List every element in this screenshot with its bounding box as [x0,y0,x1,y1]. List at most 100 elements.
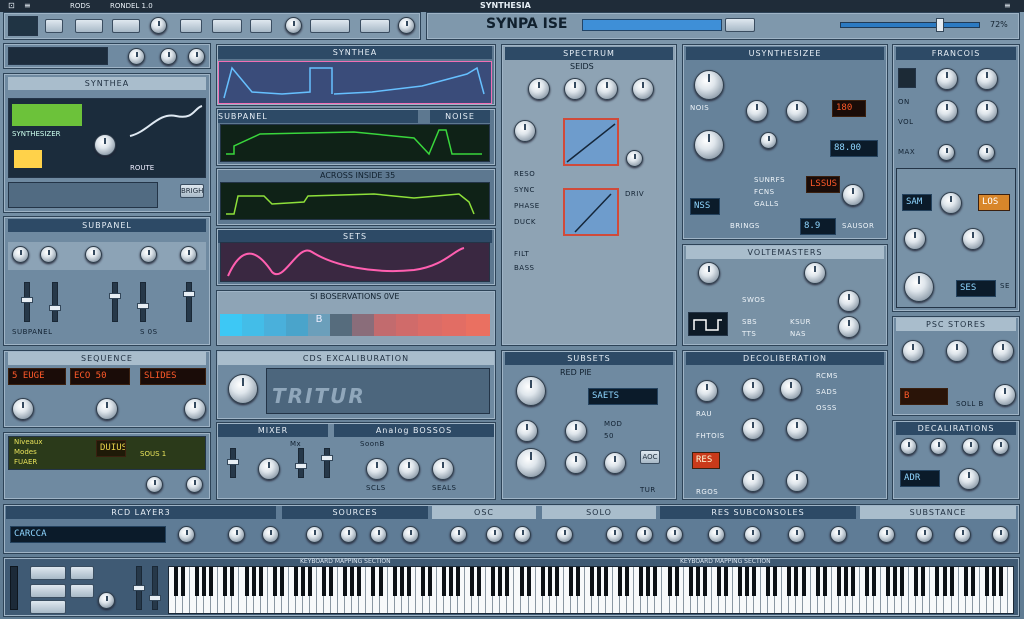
vol-knob-1[interactable] [698,262,720,284]
swing-knob[interactable] [285,17,302,34]
black-key[interactable] [787,567,792,596]
black-key[interactable] [716,567,721,596]
black-key[interactable] [984,567,989,596]
black-key[interactable] [745,567,750,596]
bottom-knob-13[interactable] [666,526,683,543]
kb-btn-3[interactable] [30,600,66,614]
bottom-knob-11[interactable] [606,526,623,543]
menu-item-2[interactable]: RODS [70,2,90,10]
decal-knob-2[interactable] [742,378,764,400]
black-key[interactable] [998,567,1003,596]
black-key[interactable] [752,567,757,596]
black-key[interactable] [251,567,256,596]
bottom-knob-10[interactable] [556,526,573,543]
osc-knob[interactable] [94,134,116,156]
bottom-knob-12[interactable] [636,526,653,543]
center-bottom-knob-5[interactable] [565,452,587,474]
mixer-knob-1[interactable] [258,458,280,480]
transport-btn-2[interactable] [75,19,103,33]
mixer-knob-3[interactable] [398,458,420,480]
black-key[interactable] [688,567,693,596]
black-key[interactable] [991,567,996,596]
black-key[interactable] [914,567,919,596]
black-key[interactable] [300,567,305,596]
spectrum-cell-9[interactable] [418,314,442,336]
far-right-low-knob-5[interactable] [958,468,980,490]
black-key[interactable] [702,567,707,596]
bottom-knob-0[interactable] [178,526,195,543]
far-right-mid-knob-3[interactable] [992,340,1014,362]
black-key[interactable] [491,567,496,596]
black-key[interactable] [308,567,312,596]
black-key[interactable] [554,567,559,596]
bars-knob-1[interactable] [146,476,163,493]
decal-knob-5[interactable] [786,418,808,440]
far-right-low-knob-1[interactable] [900,438,917,455]
far-right-mid-knob-4[interactable] [994,384,1016,406]
transport-btn-4[interactable] [180,19,202,33]
vol-knob-4[interactable] [838,316,860,338]
black-key[interactable] [886,567,891,596]
decal-knob-3[interactable] [780,378,802,400]
black-key[interactable] [667,567,672,596]
center-bottom-knob-2[interactable] [516,420,538,442]
black-key[interactable] [202,567,207,596]
black-key[interactable] [836,567,841,596]
center-knob-5[interactable] [514,120,536,142]
mixer-fader-1[interactable] [227,448,239,478]
black-key[interactable] [322,567,327,596]
bottom-knob-21[interactable] [992,526,1009,543]
kb-btn-5[interactable] [70,584,94,598]
decal-knob-4[interactable] [742,418,764,440]
center-bottom-knob-1[interactable] [516,376,546,406]
black-key[interactable] [970,567,975,596]
osc-bright-button[interactable]: BRIGHT [180,184,204,198]
black-key[interactable] [893,567,898,596]
synth-knob-6[interactable] [842,184,864,206]
black-key[interactable] [456,567,461,596]
far-right-low-knob-4[interactable] [992,438,1009,455]
black-key[interactable] [392,567,397,596]
preset-knob-1[interactable] [128,48,145,65]
black-key[interactable] [406,567,411,596]
synth-knob-2[interactable] [746,100,768,122]
black-key[interactable] [258,567,263,596]
black-key[interactable] [371,567,376,596]
black-key[interactable] [850,567,855,596]
center-bottom-knob-6[interactable] [604,452,626,474]
bottom-knob-1[interactable] [228,526,245,543]
far-right-knob-2[interactable] [976,68,998,90]
bottom-knob-18[interactable] [878,526,895,543]
black-key[interactable] [244,567,249,596]
black-key[interactable] [477,567,482,596]
black-key[interactable] [470,567,475,596]
sub-fader-1[interactable] [21,282,33,322]
bottom-knob-8[interactable] [486,526,503,543]
master-volume-track[interactable] [840,22,980,28]
black-key[interactable] [695,567,700,596]
sub-knob-5[interactable] [180,246,197,263]
sub-knob-1[interactable] [12,246,29,263]
black-key[interactable] [794,567,799,596]
spectrum-cell-2[interactable] [264,314,286,336]
sub-knob-2[interactable] [40,246,57,263]
sub-knob-3[interactable] [85,246,102,263]
seq-knob-3[interactable] [184,398,206,420]
mod-wheel-2[interactable] [149,566,161,610]
sub-knob-4[interactable] [140,246,157,263]
center-bottom-knob-3[interactable] [565,420,587,442]
black-key[interactable] [329,567,334,596]
black-key[interactable] [900,567,905,596]
bottom-knob-9[interactable] [514,526,531,543]
piano-keyboard[interactable] [168,566,1014,614]
black-key[interactable] [921,567,926,596]
bottom-knob-3[interactable] [306,526,323,543]
black-key[interactable] [209,567,214,596]
synth-knob-3[interactable] [786,100,808,122]
black-key[interactable] [223,567,228,596]
far-right-mid-knob-1[interactable] [902,340,924,362]
black-key[interactable] [942,567,947,596]
spectrum-cell-10[interactable] [442,314,466,336]
black-key[interactable] [420,567,425,596]
black-key[interactable] [801,567,806,596]
